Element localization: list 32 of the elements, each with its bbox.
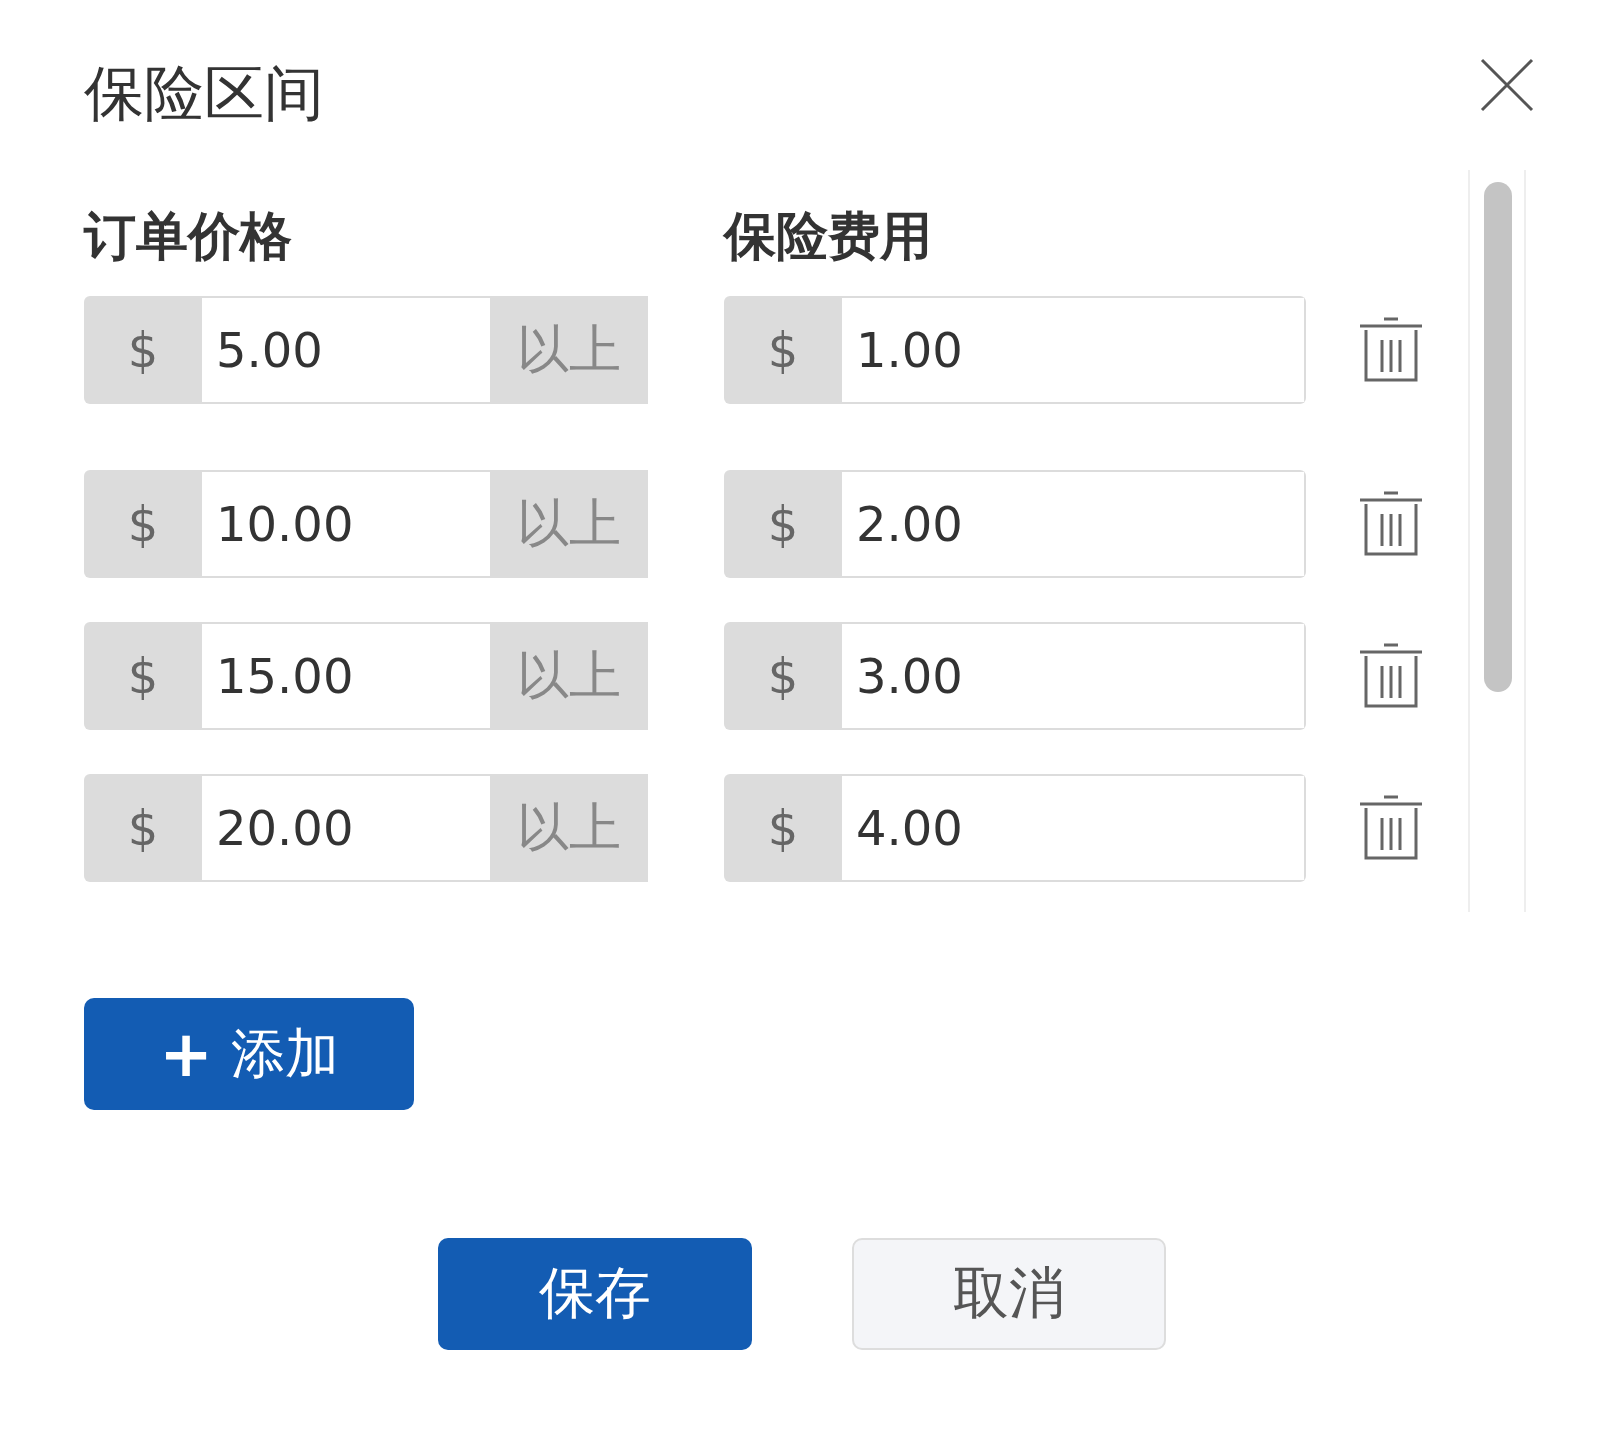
trash-icon[interactable]	[1358, 642, 1424, 710]
currency-label: $	[84, 296, 202, 404]
suffix-label: 以上	[490, 774, 648, 882]
suffix-label: 以上	[490, 470, 648, 578]
trash-icon[interactable]	[1358, 794, 1424, 862]
currency-label: $	[724, 622, 842, 730]
column-header: 保险费用	[724, 206, 932, 266]
fee-input[interactable]: 3.00	[842, 622, 1306, 730]
fee-input[interactable]: 2.00	[842, 470, 1306, 578]
trash-icon[interactable]	[1358, 490, 1424, 558]
price-input[interactable]: 20.00	[202, 774, 490, 882]
fee-input[interactable]: 4.00	[842, 774, 1306, 882]
suffix-label: 以上	[490, 296, 648, 404]
price-input[interactable]: 15.00	[202, 622, 490, 730]
save-button[interactable]: 保存	[438, 1238, 752, 1350]
column-header: 订单价格	[84, 206, 293, 266]
suffix-label: 以上	[490, 622, 648, 730]
cancel-button[interactable]: 取消	[852, 1238, 1166, 1350]
dialog-title: 保险区间	[84, 58, 324, 128]
price-input[interactable]: 5.00	[202, 296, 490, 404]
currency-label: $	[84, 622, 202, 730]
add-button[interactable]: + 添加	[84, 998, 414, 1110]
currency-label: $	[84, 470, 202, 578]
currency-label: $	[724, 774, 842, 882]
trash-icon[interactable]	[1358, 316, 1424, 384]
currency-label: $	[724, 296, 842, 404]
price-input[interactable]: 10.00	[202, 470, 490, 578]
currency-label: $	[724, 470, 842, 578]
close-icon[interactable]	[1480, 58, 1534, 112]
fee-input[interactable]: 1.00	[842, 296, 1306, 404]
scrollbar-thumb[interactable]	[1484, 182, 1512, 692]
currency-label: $	[84, 774, 202, 882]
